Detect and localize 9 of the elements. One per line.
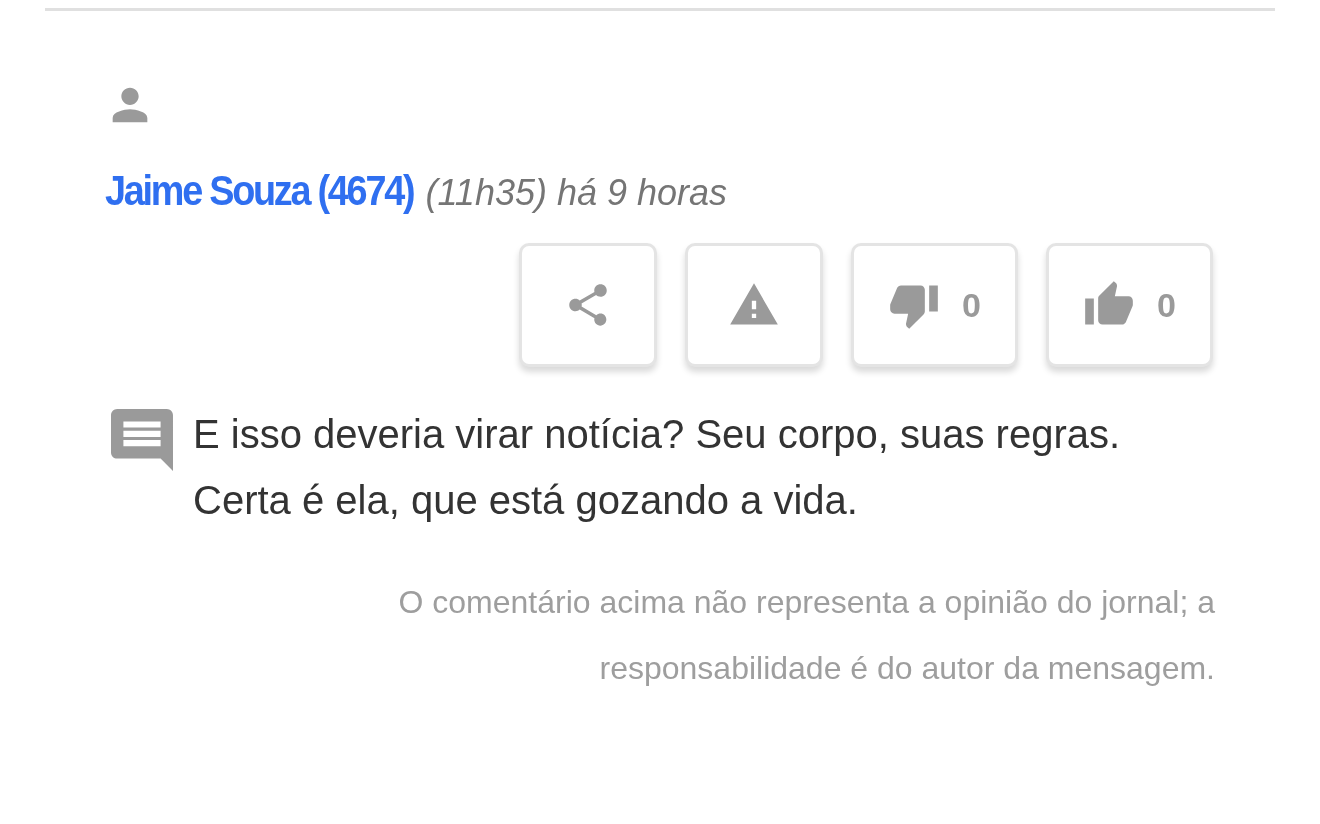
dislike-button[interactable]: 0 [851, 243, 1018, 367]
share-button[interactable] [519, 243, 657, 367]
comment-icon [111, 409, 173, 471]
like-button[interactable]: 0 [1046, 243, 1213, 367]
disclaimer-text: O comentário acima não representa a opinião do jornal; a responsabilidade é do autor da mensagem. [397, 583, 1215, 688]
comment-time: (11h35) há 9 horas [425, 172, 728, 214]
report-button[interactable] [685, 243, 823, 367]
comment-text: E isso deveria virar notícia? Seu corpo, suas regras. Certa é ela, que está gozando a vida. [193, 411, 1122, 524]
author-name[interactable]: Jaime Souza (4674) [105, 167, 414, 215]
